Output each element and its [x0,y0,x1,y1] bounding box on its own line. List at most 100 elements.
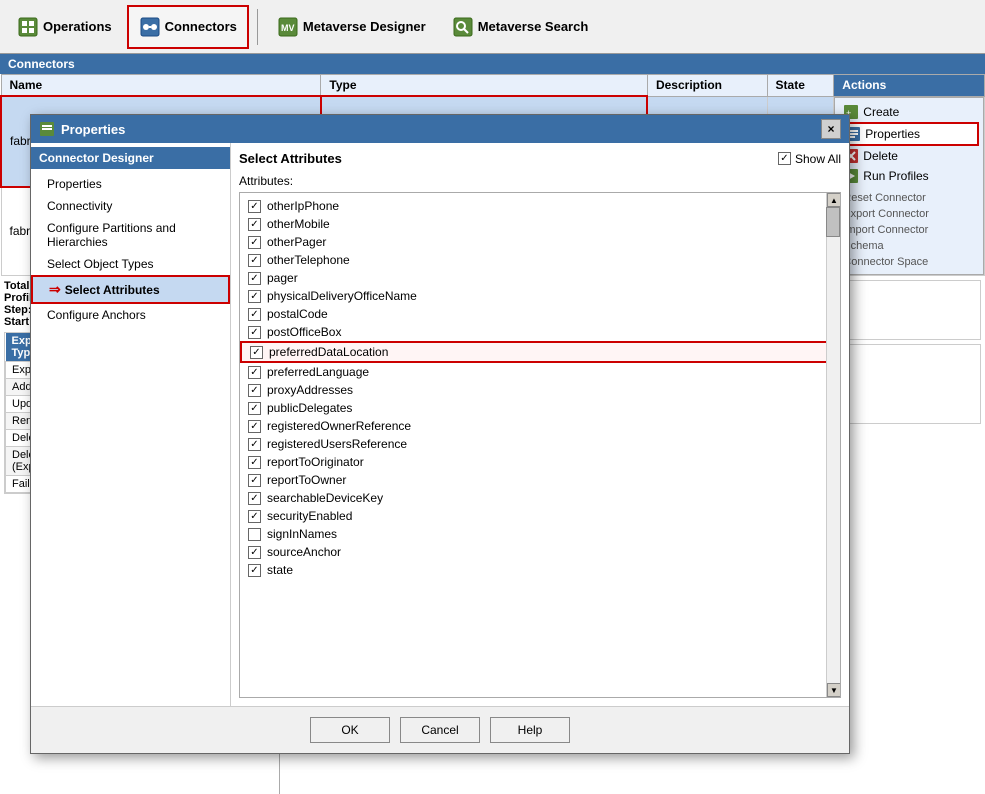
attr-checkbox-physicalDelivery[interactable] [248,290,261,303]
attr-label-sourceAnchor: sourceAnchor [267,545,341,559]
action-import-connector[interactable]: Import Connector [839,222,979,238]
attr-checkbox-otherTelephone[interactable] [248,254,261,267]
action-delete[interactable]: Delete [839,146,979,166]
metaverse-search-icon [452,16,474,38]
nav-connectivity[interactable]: Connectivity [31,195,230,217]
dialog-body: Connector Designer Properties Connectivi… [31,143,849,706]
attr-label-securityEnabled: securityEnabled [267,509,352,523]
nav-configure-anchors[interactable]: Configure Anchors [31,304,230,326]
nav-configure-partitions[interactable]: Configure Partitions and Hierarchies [31,217,230,253]
attr-label-postalCode: postalCode [267,307,328,321]
action-run-profiles[interactable]: Run Profiles [839,166,979,186]
action-schema[interactable]: Schema [839,238,979,254]
action-properties[interactable]: Properties [839,122,979,146]
attr-post-office-box[interactable]: postOfficeBox [240,323,840,341]
nav-select-attributes[interactable]: ⇒ Select Attributes [31,275,230,304]
attr-report-to-owner[interactable]: reportToOwner [240,471,840,489]
attr-searchable-device-key[interactable]: searchableDeviceKey [240,489,840,507]
attr-report-to-originator[interactable]: reportToOriginator [240,453,840,471]
col-name: Name [1,75,321,97]
attr-checkbox-otherIpPhone[interactable] [248,200,261,213]
attr-checkbox-reportToOwner[interactable] [248,474,261,487]
help-button[interactable]: Help [490,717,570,743]
svg-text:MV: MV [281,23,295,33]
attr-label-state: state [267,563,293,577]
attr-checkbox-registeredUsers[interactable] [248,438,261,451]
operations-button[interactable]: Operations [6,5,123,49]
attr-checkbox-preferredDataLocation[interactable] [250,346,263,359]
action-reset-connector[interactable]: Reset Connector [839,190,979,206]
ok-button[interactable]: OK [310,717,390,743]
attr-label-searchableDeviceKey: searchableDeviceKey [267,491,383,505]
attr-other-mobile[interactable]: otherMobile [240,215,840,233]
attr-label-otherMobile: otherMobile [267,217,330,231]
scroll-down-button[interactable]: ▼ [827,683,841,697]
attr-preferred-language[interactable]: preferredLanguage [240,363,840,381]
attributes-subheader: Attributes: [239,174,841,188]
toolbar-divider-1 [257,9,258,45]
attr-label-registeredUsers: registeredUsersReference [267,437,407,451]
dialog-titlebar: Properties × [31,115,849,143]
attr-checkbox-otherMobile[interactable] [248,218,261,231]
attr-label-signInNames: signInNames [267,527,337,541]
attr-checkbox-postalCode[interactable] [248,308,261,321]
metaverse-search-label: Metaverse Search [478,19,589,34]
connector-designer-header: Connector Designer [31,147,230,169]
attr-label-preferredDataLocation: preferredDataLocation [269,345,388,359]
attr-checkbox-proxyAddresses[interactable] [248,384,261,397]
connectors-button[interactable]: Connectors [127,5,249,49]
dialog-title-icon [39,121,55,137]
attr-other-pager[interactable]: otherPager [240,233,840,251]
attr-checkbox-preferredLanguage[interactable] [248,366,261,379]
attr-checkbox-publicDelegates[interactable] [248,402,261,415]
attr-checkbox-reportToOriginator[interactable] [248,456,261,469]
dialog-close-button[interactable]: × [821,119,841,139]
attr-label-physicalDelivery: physicalDeliveryOfficeName [267,289,417,303]
attr-source-anchor[interactable]: sourceAnchor [240,543,840,561]
nav-select-object-types[interactable]: Select Object Types [31,253,230,275]
show-all-checkbox[interactable] [778,152,791,165]
scrollbar-track[interactable]: ▲ ▼ [826,193,840,697]
select-attributes-title: Select Attributes [239,151,342,166]
attr-state[interactable]: state [240,561,840,579]
show-all-container: Show All [778,152,841,166]
attr-postal-code[interactable]: postalCode [240,305,840,323]
attr-pager[interactable]: pager [240,269,840,287]
metaverse-search-button[interactable]: Metaverse Search [441,5,600,49]
col-description: Description [647,75,767,97]
attr-other-ip-phone[interactable]: otherIpPhone [240,197,840,215]
actions-panel: + Create Properties [834,97,984,275]
scrollbar-thumb[interactable] [826,207,840,237]
attr-checkbox-pager[interactable] [248,272,261,285]
attr-checkbox-signInNames[interactable] [248,528,261,541]
attr-physical-delivery[interactable]: physicalDeliveryOfficeName [240,287,840,305]
attr-registered-users[interactable]: registeredUsersReference [240,435,840,453]
attr-label-otherIpPhone: otherIpPhone [267,199,339,213]
attr-checkbox-otherPager[interactable] [248,236,261,249]
attr-security-enabled[interactable]: securityEnabled [240,507,840,525]
attr-checkbox-state[interactable] [248,564,261,577]
attr-checkbox-registeredOwner[interactable] [248,420,261,433]
attr-registered-owner[interactable]: registeredOwnerReference [240,417,840,435]
action-export-connector[interactable]: Export Connector [839,206,979,222]
nav-properties[interactable]: Properties [31,173,230,195]
attr-proxy-addresses[interactable]: proxyAddresses [240,381,840,399]
attr-checkbox-sourceAnchor[interactable] [248,546,261,559]
cancel-button[interactable]: Cancel [400,717,480,743]
attr-preferred-data-location[interactable]: preferredDataLocation [240,341,840,363]
attr-checkbox-postOfficeBox[interactable] [248,326,261,339]
attr-label-registeredOwner: registeredOwnerReference [267,419,411,433]
action-connector-space[interactable]: Connector Space [839,254,979,270]
attr-public-delegates[interactable]: publicDelegates [240,399,840,417]
attr-checkbox-searchableDeviceKey[interactable] [248,492,261,505]
attr-checkbox-securityEnabled[interactable] [248,510,261,523]
connectors-label: Connectors [165,19,237,34]
action-create[interactable]: + Create [839,102,979,122]
metaverse-designer-button[interactable]: MV Metaverse Designer [266,5,437,49]
scroll-up-button[interactable]: ▲ [827,193,841,207]
attr-label-pager: pager [267,271,298,285]
attr-other-telephone[interactable]: otherTelephone [240,251,840,269]
col-state: State [767,75,834,97]
attr-sign-in-names[interactable]: signInNames [240,525,840,543]
delete-label: Delete [863,149,898,163]
